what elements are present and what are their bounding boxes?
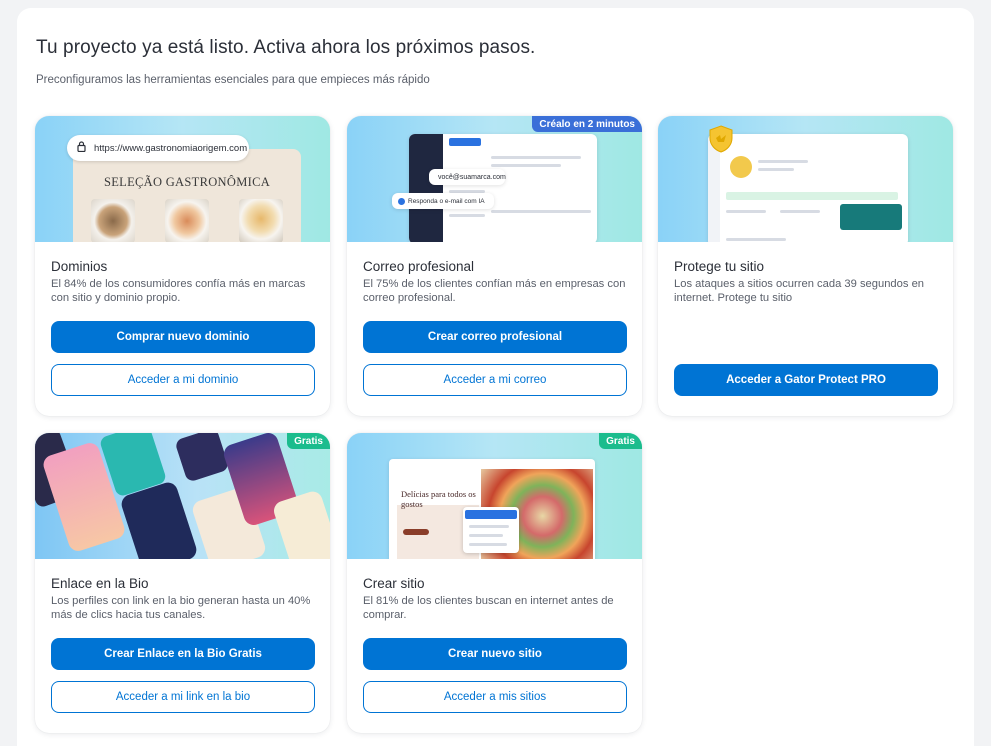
card-dominios: SELEÇÃO GASTRONÔMICA https://www.gastron… <box>35 116 330 416</box>
page-title: Tu proyecto ya está listo. Activa ahora … <box>36 37 536 58</box>
card-description: Los perfiles con link en la bio generan … <box>51 595 311 621</box>
shield-icon <box>708 125 734 153</box>
card-enlace-bio: Gratis Enlace en la Bio Los perfiles con… <box>35 433 330 733</box>
security-dashboard-mockup <box>708 134 908 242</box>
correo-hero-image: você@suamarca.com Responda o e-mail com … <box>347 116 642 242</box>
card-title: Enlace en la Bio <box>51 576 149 591</box>
access-domain-button[interactable]: Acceder a mi dominio <box>51 364 315 396</box>
access-bio-link-button[interactable]: Acceder a mi link en la bio <box>51 681 315 713</box>
card-title: Protege tu sitio <box>674 259 765 274</box>
phone-mockup <box>174 433 230 483</box>
card-description: El 81% de los clientes buscan en interne… <box>363 595 614 621</box>
create-site-button[interactable]: Crear nuevo sitio <box>363 638 627 670</box>
protect-hero-image <box>658 116 953 242</box>
card-description: El 84% de los consumidores confía más en… <box>51 278 306 304</box>
buy-domain-button[interactable]: Comprar nuevo dominio <box>51 321 315 353</box>
card-crear-sitio: Delícias para todos os gostos Gratis Cre… <box>347 433 642 733</box>
reply-chip-text: Responda o e-mail com IA <box>408 197 485 205</box>
badge-create-in-2-minutes: Créalo en 2 minutos <box>532 116 642 132</box>
card-description: El 75% de los clientes confían más en em… <box>363 278 626 304</box>
url-bar: https://www.gastronomiaorigem.com <box>67 135 249 161</box>
ai-reply-chip: Responda o e-mail com IA <box>392 193 494 209</box>
card-description: Los ataques a sitios ocurren cada 39 seg… <box>674 278 925 304</box>
dish-image <box>91 199 135 242</box>
card-title: Correo profesional <box>363 259 475 274</box>
email-chip-text: você@suamarca.com <box>438 173 506 181</box>
card-protege: Protege tu sitio Los ataques a sitios oc… <box>658 116 953 416</box>
lock-icon <box>77 141 86 155</box>
dominios-hero-image: SELEÇÃO GASTRONÔMICA https://www.gastron… <box>35 116 330 242</box>
card-title: Dominios <box>51 259 108 274</box>
access-email-button[interactable]: Acceder a mi correo <box>363 364 627 396</box>
access-gator-protect-button[interactable]: Acceder a Gator Protect PRO <box>674 364 938 396</box>
website-mockup: SELEÇÃO GASTRONÔMICA <box>73 149 301 242</box>
check-icon <box>398 197 405 205</box>
url-text: https://www.gastronomiaorigem.com <box>94 142 248 154</box>
site-hero-image: Delícias para todos os gostos <box>347 433 642 559</box>
access-sites-button[interactable]: Acceder a mis sitios <box>363 681 627 713</box>
badge-free: Gratis <box>599 433 642 449</box>
bio-hero-image <box>35 433 330 559</box>
site-heading: SELEÇÃO GASTRONÔMICA <box>103 175 271 189</box>
dropdown-menu <box>463 507 519 553</box>
dish-image <box>239 199 283 242</box>
site-builder-mockup: Delícias para todos os gostos <box>389 459 595 559</box>
card-title: Crear sitio <box>363 576 425 591</box>
badge-free: Gratis <box>287 433 330 449</box>
dish-image <box>165 199 209 242</box>
create-email-button[interactable]: Crear correo profesional <box>363 321 627 353</box>
email-app-mockup <box>409 134 597 242</box>
page-subtitle: Preconfiguramos las herramientas esencia… <box>36 74 430 86</box>
email-address-chip: você@suamarca.com <box>429 169 506 185</box>
create-bio-link-button[interactable]: Crear Enlace en la Bio Gratis <box>51 638 315 670</box>
card-correo: você@suamarca.com Responda o e-mail com … <box>347 116 642 416</box>
site-heading: Delícias para todos os gostos <box>401 489 476 509</box>
